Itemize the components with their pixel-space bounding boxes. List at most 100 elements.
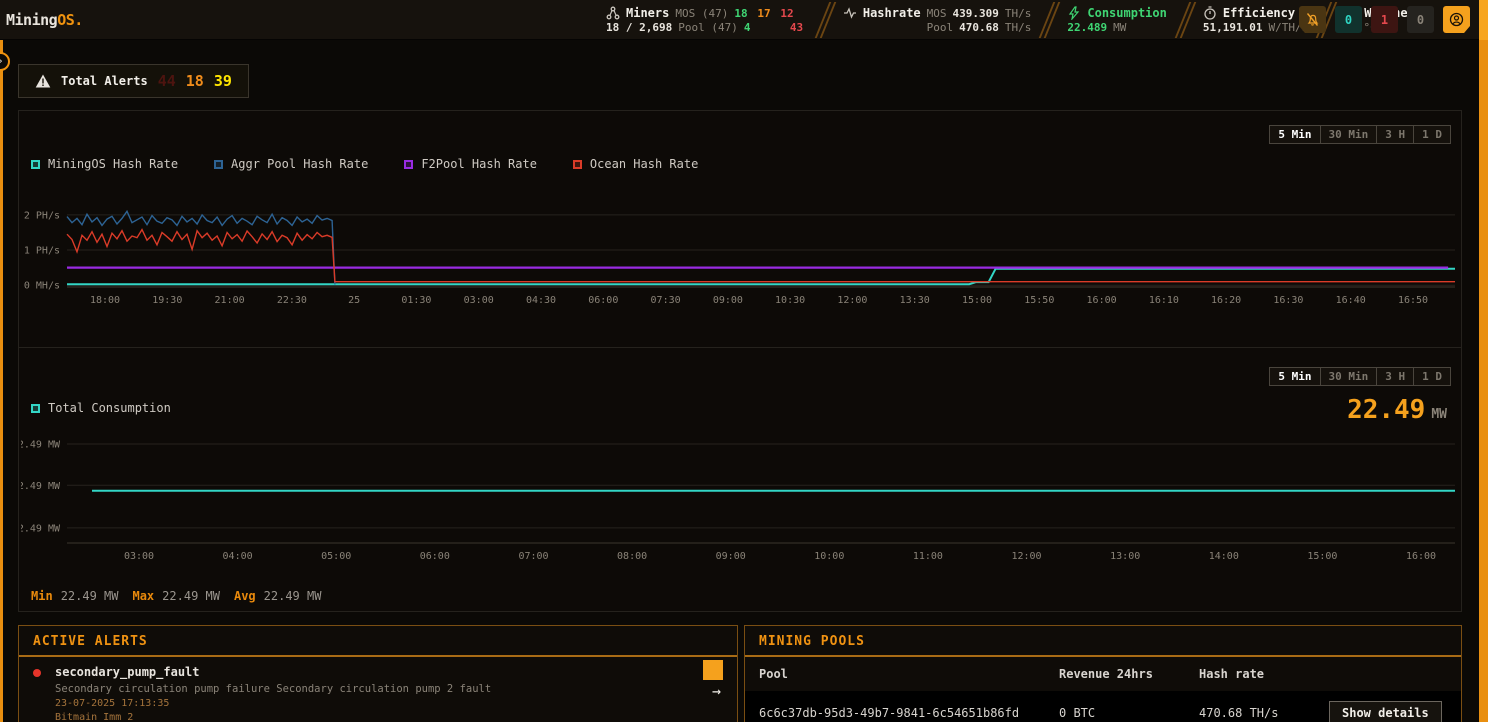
x-tick-label: 15:50: [1024, 295, 1054, 306]
miners-pool-err: 43: [790, 21, 807, 34]
x-tick-label: 10:00: [814, 551, 844, 562]
x-tick-label: 12:00: [1011, 551, 1041, 562]
miners-pool-ok: 4: [744, 21, 761, 34]
miners-count: 18 / 2,698: [606, 21, 672, 34]
x-tick-label: 16:00: [1087, 295, 1117, 306]
legend-item[interactable]: Total Consumption: [31, 401, 171, 415]
legend-label: Total Consumption: [48, 401, 171, 415]
user-icon: [1449, 12, 1464, 27]
sidebar-expand-toggle[interactable]: ›: [0, 52, 10, 71]
x-tick-label: 11:00: [913, 551, 943, 562]
hashrate-pool-unit: TH/s: [1005, 21, 1032, 34]
charts-panel: 5 Min30 Min3 H1 D MiningOS Hash RateAggr…: [18, 110, 1462, 612]
panel-divider: [19, 347, 1461, 348]
miners-icon: [606, 6, 620, 20]
x-tick-label: 16:10: [1149, 295, 1179, 306]
header-badge-red-count[interactable]: 1: [1371, 6, 1398, 33]
time-range-button[interactable]: 5 Min: [1270, 368, 1319, 385]
stat-label: Min: [31, 589, 53, 603]
consumption-chart: 22.49 MW22.49 MW22.49 MW03:0004:0005:000…: [21, 423, 1459, 568]
stat-value: 22.49 MW: [162, 589, 220, 603]
header-divider: [1177, 0, 1193, 40]
x-tick-label: 16:00: [1406, 551, 1436, 562]
pools-column-header-actions: [1315, 657, 1461, 691]
x-tick-label: 14:00: [1209, 551, 1239, 562]
hashrate-mos-label: MOS: [927, 7, 947, 20]
alert-source: Bitmain Imm 2: [55, 712, 697, 722]
x-tick-label: 05:00: [321, 551, 351, 562]
active-alerts-list: secondary_pump_fault Secondary circulatio…: [19, 657, 737, 722]
time-range-button[interactable]: 3 H: [1376, 126, 1413, 143]
app-logo[interactable]: MiningOS.: [0, 11, 83, 29]
x-tick-label: 04:30: [526, 295, 556, 306]
legend-item[interactable]: F2Pool Hash Rate: [404, 157, 537, 171]
header-badge-teal-count[interactable]: 0: [1335, 6, 1362, 33]
x-tick-label: 13:30: [900, 295, 930, 306]
alert-timestamp: 23-07-2025 17:13:35: [55, 698, 697, 709]
top-bar: MiningOS. Miners MOS (47) 18 17 12 18 / …: [0, 0, 1488, 40]
x-tick-label: 13:00: [1110, 551, 1140, 562]
active-alerts-panel: ACTIVE ALERTS secondary_pump_faultSecond…: [18, 625, 738, 722]
alert-severity-dot: [33, 669, 41, 677]
show-details-button[interactable]: Show details: [1329, 701, 1442, 722]
time-range-button[interactable]: 5 Min: [1270, 126, 1319, 143]
bell-slash-icon: [1305, 12, 1320, 27]
x-tick-label: 21:00: [215, 295, 245, 306]
hashrate-chart: 2 PH/s1 PH/s0 MH/s18:0019:3021:0022:3025…: [21, 193, 1459, 315]
consumption-value: 22.489: [1067, 21, 1107, 34]
alert-name: secondary_pump_fault: [55, 665, 697, 679]
y-tick-label: 1 PH/s: [24, 246, 60, 257]
x-tick-label: 09:00: [713, 295, 743, 306]
time-range-button[interactable]: 30 Min: [1320, 126, 1377, 143]
x-tick-label: 15:00: [962, 295, 992, 306]
time-range-button[interactable]: 30 Min: [1320, 368, 1377, 385]
total-alerts-dim-count: 44: [158, 72, 176, 90]
consumption-current-unit: MW: [1431, 407, 1447, 422]
legend-swatch: [31, 160, 40, 169]
pool-row: 6c6c37db-95d3-49b7-9841-6c54651b86fd0 BT…: [745, 691, 1461, 722]
alerts-next-arrow[interactable]: →: [712, 682, 721, 700]
consumption-big-value: 22.49 MW: [1347, 395, 1447, 425]
alert-item[interactable]: secondary_pump_fault Secondary circulatio…: [19, 657, 737, 722]
alerts-indicator-square[interactable]: [703, 660, 723, 680]
legend-item[interactable]: Aggr Pool Hash Rate: [214, 157, 368, 171]
x-tick-label: 09:00: [716, 551, 746, 562]
total-alerts-chip[interactable]: Total Alerts 44 18 39: [18, 64, 249, 98]
notifications-muted-button[interactable]: [1299, 6, 1326, 33]
header-badge-gray-count[interactable]: 0: [1407, 6, 1434, 33]
legend-label: F2Pool Hash Rate: [421, 157, 537, 171]
legend-swatch: [214, 160, 223, 169]
alert-description: Secondary circulation pump failure Secon…: [55, 683, 697, 695]
x-tick-label: 03:00: [464, 295, 494, 306]
legend-item[interactable]: Ocean Hash Rate: [573, 157, 698, 171]
time-range-button[interactable]: 3 H: [1376, 368, 1413, 385]
legend-label: MiningOS Hash Rate: [48, 157, 178, 171]
y-tick-label: 22.49 MW: [21, 481, 61, 492]
x-tick-label: 06:00: [588, 295, 618, 306]
x-tick-label: 08:00: [617, 551, 647, 562]
legend-item[interactable]: MiningOS Hash Rate: [31, 157, 178, 171]
legend-swatch: [573, 160, 582, 169]
x-tick-label: 15:00: [1307, 551, 1337, 562]
pool-action-cell: Show details: [1315, 691, 1461, 722]
x-tick-label: 03:00: [124, 551, 154, 562]
user-profile-button[interactable]: [1443, 6, 1470, 33]
x-tick-label: 16:40: [1336, 295, 1366, 306]
y-tick-label: 22.49 MW: [21, 523, 61, 534]
time-range-button[interactable]: 1 D: [1413, 368, 1450, 385]
legend-swatch: [404, 160, 413, 169]
hashrate-time-range-group: 5 Min30 Min3 H1 D: [1269, 125, 1451, 144]
stat-label: Max: [132, 589, 154, 603]
consumption-current-value: 22.49: [1347, 395, 1425, 425]
miners-mos-err: 12: [780, 7, 797, 20]
hashrate-mos-unit: TH/s: [1005, 7, 1032, 20]
time-range-button[interactable]: 1 D: [1413, 126, 1450, 143]
consumption-stats: Min22.49 MWMax22.49 MWAvg22.49 MW: [31, 589, 327, 603]
x-tick-label: 01:30: [401, 295, 431, 306]
miners-pool-label: Pool (47): [678, 21, 738, 34]
pool-revenue: 0 BTC: [1045, 691, 1185, 722]
miners-mos-warn: 17: [757, 7, 774, 20]
x-tick-label: 22:30: [277, 295, 307, 306]
x-tick-label: 25: [348, 295, 360, 306]
stat-value: 22.49 MW: [61, 589, 119, 603]
